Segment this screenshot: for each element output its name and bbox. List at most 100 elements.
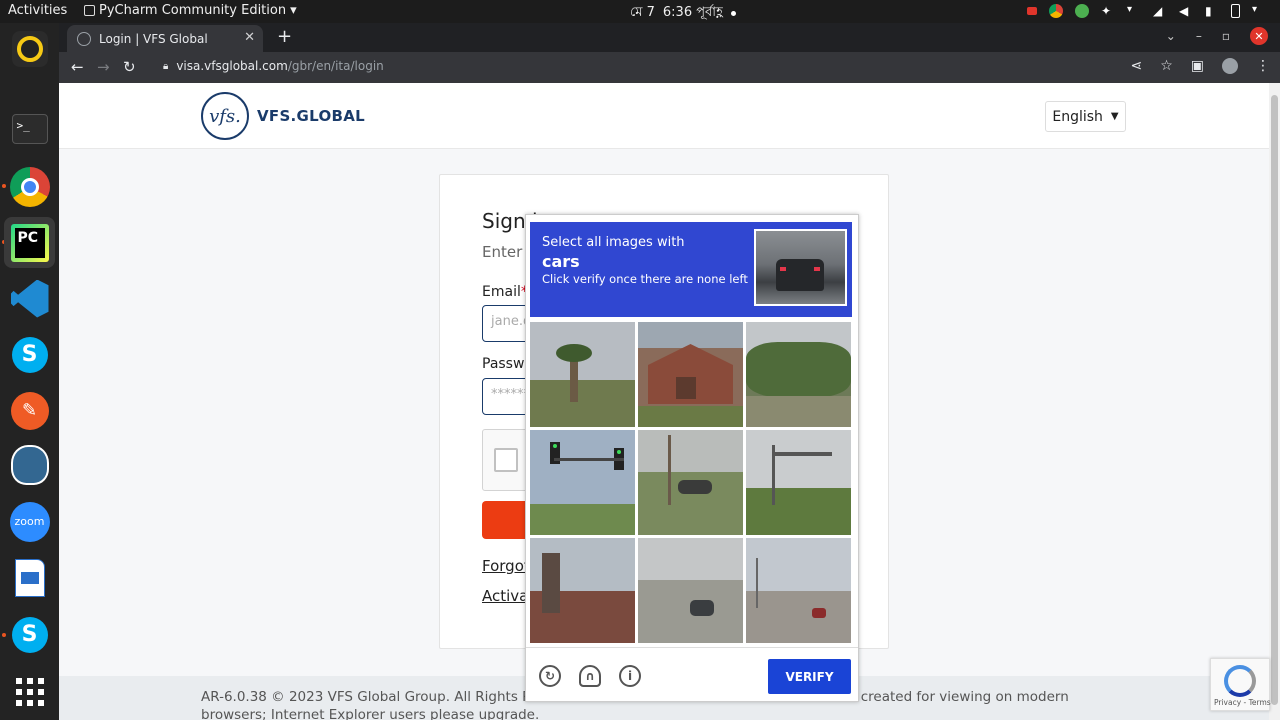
back-arrow-icon[interactable]: ← [71, 58, 84, 76]
challenge-tile[interactable] [746, 322, 851, 427]
postman-icon[interactable]: ✎ [9, 390, 50, 431]
running-indicator [2, 633, 6, 637]
car-shape [776, 259, 824, 291]
challenge-sample-image [754, 229, 847, 306]
vfs-logo-text: VFS.GLOBAL [257, 107, 366, 125]
shield-indicator-icon [1075, 4, 1089, 18]
challenge-tile[interactable] [746, 430, 851, 535]
tab-search-icon[interactable]: ⌄ [1166, 29, 1176, 43]
share-icon[interactable]: ⋖ [1130, 58, 1142, 74]
system-tray[interactable]: ✦ ▾ ◢ ◀ ▮ ▾ [1027, 4, 1266, 18]
accessibility-icon: ✦ [1101, 4, 1112, 18]
clock-date: মে 7 [630, 5, 655, 20]
vfs-logo-mark: vfs. [201, 92, 249, 140]
new-tab-button[interactable]: + [277, 26, 292, 47]
url-host: visa.vfsglobal.com [176, 59, 288, 73]
activities-button[interactable]: Activities [8, 3, 67, 18]
challenge-tile[interactable] [530, 538, 635, 643]
app-menu-label: PyCharm Community Edition [99, 3, 287, 18]
libreoffice-writer-icon[interactable] [9, 557, 50, 598]
browser-tab-strip: Login | VFS Global ✕ + ⌄ – ▫ ✕ [59, 23, 1280, 52]
microphone-icon: ▮ [1205, 4, 1212, 18]
vfs-logo[interactable]: vfs. VFS.GLOBAL [201, 92, 365, 140]
reload-challenge-icon[interactable]: ↻ [539, 665, 561, 687]
forgot-password-link[interactable]: Forgot [482, 557, 530, 575]
profile-avatar-icon[interactable] [1222, 58, 1238, 74]
close-tab-icon[interactable]: ✕ [244, 30, 255, 45]
side-panel-icon[interactable]: ▣ [1191, 58, 1204, 74]
tail-light [780, 267, 786, 271]
sign-in-subtitle: Enter [482, 243, 523, 261]
challenge-image-grid [530, 322, 852, 644]
chevron-down-icon: ▾ [290, 3, 297, 18]
maximize-button[interactable]: ▫ [1222, 29, 1230, 43]
site-header: vfs. VFS.GLOBAL English ▼ [59, 83, 1269, 149]
challenge-hint: Click verify once there are none left [542, 272, 748, 286]
minimize-button[interactable]: – [1196, 29, 1202, 43]
bookmark-star-icon[interactable]: ☆ [1160, 58, 1173, 74]
notification-dot [730, 11, 736, 16]
challenge-tile[interactable] [638, 538, 743, 643]
audio-challenge-icon[interactable]: ∩ [579, 665, 601, 687]
vscode-icon[interactable] [9, 278, 50, 319]
email-label: Email* [482, 284, 528, 300]
chevron-down-icon: ▾ [1252, 4, 1258, 15]
challenge-footer: ↻ ∩ i VERIFY [526, 647, 858, 702]
challenge-tile[interactable] [746, 538, 851, 643]
clock[interactable]: মে 7 6:36 পূর্বাহ্ণ [630, 3, 736, 24]
recaptcha-checkbox[interactable] [494, 448, 518, 472]
browser-toolbar: ← → ↻ 🔒︎ visa.vfsglobal.com/gbr/en/ita/l… [59, 52, 1280, 83]
page-scrollbar[interactable] [1269, 83, 1280, 720]
vfs-favicon-icon [77, 31, 91, 46]
url-path: /gbr/en/ita/login [287, 59, 384, 73]
lock-icon: 🔒︎ [163, 60, 169, 72]
terminal-icon[interactable]: >_ [9, 108, 50, 149]
postgres-icon[interactable] [9, 444, 50, 485]
rhythmbox-icon[interactable] [9, 28, 50, 69]
volume-icon: ◀ [1179, 4, 1189, 18]
forward-arrow-icon[interactable]: → [97, 58, 110, 76]
language-select[interactable]: English ▼ [1045, 101, 1126, 132]
activate-account-link[interactable]: Activa [482, 587, 528, 605]
tail-light [814, 267, 820, 271]
skype-icon[interactable]: S [9, 614, 50, 655]
window-controls: ⌄ – ▫ ✕ [1166, 27, 1268, 45]
challenge-tile[interactable] [530, 322, 635, 427]
challenge-target: cars [542, 252, 580, 271]
language-select-value: English [1052, 108, 1103, 125]
running-indicator [2, 184, 6, 188]
clock-time: 6:36 পূর্বাহ্ণ [662, 5, 723, 20]
browser-tab[interactable]: Login | VFS Global ✕ [67, 25, 263, 52]
info-icon[interactable]: i [619, 665, 641, 687]
close-window-button[interactable]: ✕ [1250, 27, 1268, 45]
caret-down-icon: ▼ [1110, 111, 1119, 122]
app-menu[interactable]: PyCharm Community Edition ▾ [84, 3, 297, 18]
chrome-icon[interactable] [9, 166, 50, 207]
recaptcha-logo-icon [1224, 665, 1256, 697]
scrollbar-thumb[interactable] [1271, 95, 1278, 705]
address-bar[interactable]: 🔒︎ visa.vfsglobal.com/gbr/en/ita/login [163, 59, 384, 73]
tab-title: Login | VFS Global [99, 31, 208, 46]
battery-icon [1231, 4, 1240, 18]
challenge-header: Select all images with cars Click verify… [530, 222, 852, 317]
chrome-indicator-icon [1049, 4, 1063, 18]
chevron-down-icon: ▾ [1127, 4, 1133, 15]
zoom-icon[interactable]: zoom [9, 501, 50, 542]
pycharm-icon[interactable]: PC [4, 217, 55, 268]
challenge-tile[interactable] [638, 322, 743, 427]
pycharm-mini-icon [84, 5, 95, 16]
skype-icon[interactable]: S [9, 334, 50, 375]
challenge-tile[interactable] [530, 430, 635, 535]
challenge-instruction: Select all images with [542, 235, 685, 250]
toolbar-actions: ⋖ ☆ ▣ ⋮ [1130, 58, 1270, 74]
verify-button[interactable]: VERIFY [768, 659, 851, 694]
kebab-menu-icon[interactable]: ⋮ [1256, 58, 1270, 74]
reload-icon[interactable]: ↻ [123, 58, 136, 76]
ubuntu-dock: >_ PC S ✎ zoom S [0, 23, 59, 720]
recaptcha-badge[interactable]: Privacy - Terms [1210, 658, 1271, 711]
recaptcha-challenge: Select all images with cars Click verify… [525, 214, 859, 702]
camera-indicator-icon [1027, 7, 1037, 15]
recaptcha-badge-text: Privacy - Terms [1214, 698, 1271, 707]
show-apps-icon[interactable] [9, 671, 50, 712]
challenge-tile[interactable] [638, 430, 743, 535]
